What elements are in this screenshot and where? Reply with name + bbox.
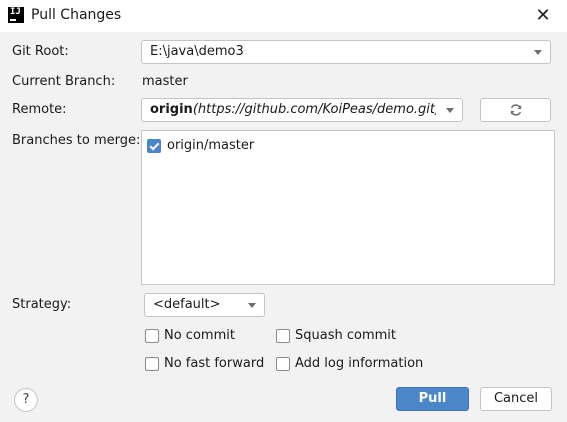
no-fast-forward-label: No fast forward xyxy=(164,356,265,371)
help-button[interactable]: ? xyxy=(14,388,38,412)
remote-url: (https://github.com/KoiPeas/demo.git) xyxy=(192,102,436,117)
branch-label: origin/master xyxy=(167,138,255,153)
remote-label: Remote: xyxy=(12,102,67,117)
refresh-remote-button[interactable] xyxy=(480,98,551,122)
git-root-dropdown[interactable]: E:\java\demo3 xyxy=(141,40,551,64)
strategy-dropdown[interactable]: <default> xyxy=(144,293,265,317)
chevron-down-icon xyxy=(446,108,454,113)
strategy-label: Strategy: xyxy=(12,297,72,312)
cancel-button[interactable]: Cancel xyxy=(480,387,552,411)
window-title: Pull Changes xyxy=(31,7,122,23)
add-log-information-checkbox[interactable] xyxy=(276,357,290,371)
no-commit-label: No commit xyxy=(164,328,235,343)
branches-label: Branches to merge: xyxy=(12,133,141,148)
git-root-value: E:\java\demo3 xyxy=(150,44,244,59)
refresh-icon xyxy=(510,104,521,116)
current-branch-label: Current Branch: xyxy=(12,74,116,89)
remote-value: origin(https://github.com/KoiPeas/demo.g… xyxy=(150,102,436,117)
current-branch-value: master xyxy=(142,74,188,89)
pull-button[interactable]: Pull xyxy=(396,387,469,411)
branches-list[interactable]: origin/master xyxy=(141,130,555,285)
remote-dropdown[interactable]: origin(https://github.com/KoiPeas/demo.g… xyxy=(141,98,463,122)
title-bar: IJ Pull Changes ✕ xyxy=(0,0,567,32)
checkbox-origin-master[interactable] xyxy=(147,139,161,153)
squash-commit-checkbox[interactable] xyxy=(276,329,290,343)
no-commit-checkbox[interactable] xyxy=(145,329,159,343)
intellij-idea-icon: IJ xyxy=(8,7,24,23)
add-log-information-label: Add log information xyxy=(295,356,424,371)
no-fast-forward-checkbox[interactable] xyxy=(145,357,159,371)
squash-commit-label: Squash commit xyxy=(295,328,396,343)
chevron-down-icon xyxy=(248,303,256,308)
close-icon[interactable]: ✕ xyxy=(532,5,554,27)
chevron-down-icon xyxy=(534,50,542,55)
strategy-value: <default> xyxy=(153,297,221,312)
remote-name: origin xyxy=(150,102,193,117)
git-root-label: Git Root: xyxy=(12,44,69,59)
